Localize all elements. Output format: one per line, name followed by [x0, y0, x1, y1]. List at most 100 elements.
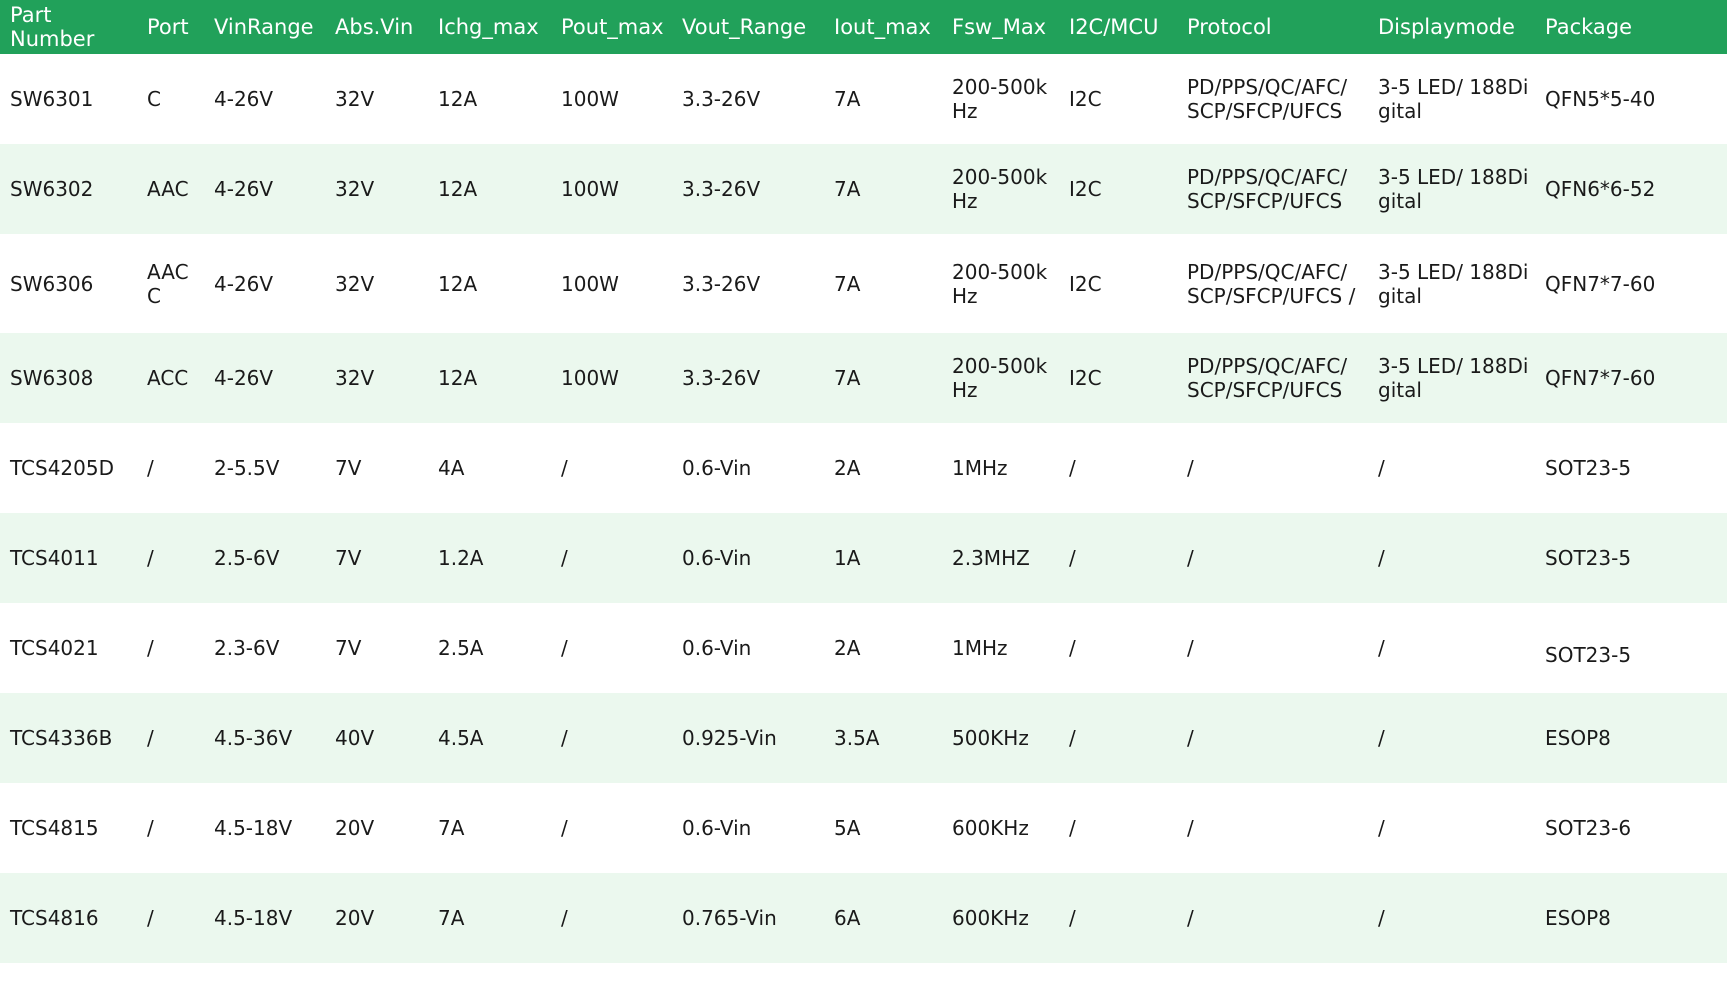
table-cell: 5A	[834, 816, 861, 840]
table-cell: 3-5 LED/ 188Digital	[1378, 259, 1529, 308]
table-cell: /	[561, 816, 568, 840]
table-cell: /	[561, 906, 568, 930]
table-row: TCS4021 / 2.3-6V 7V 2.5A / 0.6-Vin 2A 1MHz / / / SOT…	[0, 603, 1727, 693]
table-cell: 0.6-Vin	[682, 456, 752, 480]
table-cell: 7V	[335, 636, 362, 660]
table-cell: 12A	[438, 87, 478, 111]
table-cell: /	[1378, 906, 1385, 930]
table-cell: SW6301	[10, 87, 94, 111]
table-row: TCS4336B / 4.5-36V 40V 4.5A / 0.925-Vin 3.5A 500…	[0, 693, 1727, 783]
table-row: SW6308 ACC 4-26V 32V 12A 100W 3.3-26V 7A 200-500…	[0, 333, 1727, 423]
column-header: Part Number	[0, 0, 137, 54]
table-cell: QFN7*7-60	[1545, 271, 1656, 296]
table-cell: /	[1069, 906, 1076, 930]
table-cell: 200-500kHz	[952, 165, 1048, 213]
table-cell: /	[1069, 726, 1076, 750]
column-header: Vout_Range	[672, 0, 824, 54]
table-cell: 6A	[834, 906, 861, 930]
table-cell: /	[1187, 456, 1194, 480]
table-cell: 12A	[438, 271, 478, 296]
column-header: Pout_max	[551, 0, 672, 54]
table-cell: /	[147, 906, 154, 930]
spec-table: Part Number Port VinRange Abs.Vin Ichg_max Po…	[0, 0, 1727, 963]
column-header: Abs.Vin	[325, 0, 428, 54]
table-header: Part Number Port VinRange Abs.Vin Ichg_max Po…	[0, 0, 1727, 54]
table-cell: SW6308	[10, 366, 94, 390]
table-cell: 2.5-6V	[214, 546, 280, 570]
table-body: SW6301 C 4-26V 32V 12A 100W 3.3-26V 7A 200-500kH…	[0, 54, 1727, 963]
column-header: Protocol	[1177, 0, 1368, 54]
table-cell: 100W	[561, 177, 619, 201]
table-cell: 200-500kHz	[952, 75, 1048, 123]
table-cell: 20V	[335, 906, 375, 930]
table-cell: TCS4816	[10, 906, 99, 930]
column-header: Port	[137, 0, 204, 54]
table-cell: 3.3-26V	[682, 87, 761, 111]
table-row: TCS4011 / 2.5-6V 7V 1.2A / 0.6-Vin 1A 2.3MHZ / / / S…	[0, 513, 1727, 603]
table-row: TCS4205D / 2-5.5V 7V 4A / 0.6-Vin 2A 1MHz / / / SOT2…	[0, 423, 1727, 513]
column-header: VinRange	[204, 0, 325, 54]
table-cell: 1A	[834, 546, 861, 570]
column-header: Iout_max	[824, 0, 942, 54]
table-cell: 4-26V	[214, 177, 274, 201]
table-cell: I2C	[1069, 87, 1102, 111]
table-cell: /	[561, 636, 568, 660]
table-cell: /	[147, 636, 154, 660]
table-cell: 2A	[834, 456, 861, 480]
table-cell: QFN6*6-52	[1545, 177, 1656, 201]
table-cell: /	[1378, 546, 1385, 570]
table-cell: AAC	[147, 177, 189, 201]
table-row: SW6302 AAC 4-26V 32V 12A 100W 3.3-26V 7A 200-500…	[0, 144, 1727, 234]
table-cell: 3.3-26V	[682, 271, 761, 296]
table-cell: 32V	[335, 271, 375, 296]
table-cell: 4.5-36V	[214, 726, 293, 750]
table-cell: 2-5.5V	[214, 456, 280, 480]
table-cell: SW6302	[10, 177, 94, 201]
table-cell: 1MHz	[952, 636, 1008, 660]
table-cell: ESOP8	[1545, 906, 1611, 930]
table-cell: 3.3-26V	[682, 177, 761, 201]
table-cell: I2C	[1069, 366, 1102, 390]
table-cell: 4A	[438, 456, 465, 480]
table-cell: /	[561, 456, 568, 480]
table-cell: SW6306	[10, 271, 94, 296]
table-cell: /	[1069, 816, 1076, 840]
table-cell: 600KHz	[952, 816, 1029, 840]
table-cell: 200-500kHz	[952, 259, 1048, 308]
table-cell: 0.6-Vin	[682, 636, 752, 660]
header-row: Part Number Port VinRange Abs.Vin Ichg_max Po…	[0, 0, 1727, 54]
table-cell: 32V	[335, 177, 375, 201]
table-cell: 3-5 LED/ 188Digital	[1378, 354, 1529, 402]
table-cell: I2C	[1069, 271, 1102, 296]
table-cell: 12A	[438, 177, 478, 201]
table-cell: 1MHz	[952, 456, 1008, 480]
table-cell: /	[1378, 636, 1385, 660]
table-cell: 4.5A	[438, 726, 484, 750]
table-cell: 0.6-Vin	[682, 816, 752, 840]
column-header: Fsw_Max	[942, 0, 1059, 54]
table-cell: 3.3-26V	[682, 366, 761, 390]
table-cell: 32V	[335, 366, 375, 390]
table-cell: /	[1378, 816, 1385, 840]
table-cell: 7A	[834, 177, 861, 201]
table-cell: 0.765-Vin	[682, 906, 777, 930]
table-cell: 0.925-Vin	[682, 726, 777, 750]
column-header: I2C/MCU	[1059, 0, 1177, 54]
table-cell: TCS4205D	[10, 456, 115, 480]
table-cell: /	[1187, 816, 1194, 840]
table-cell: /	[147, 546, 154, 570]
table-cell: 32V	[335, 87, 375, 111]
table-cell: TCS4336B	[10, 726, 113, 750]
table-row: SW6306 AAC C 4-26V 32V 12A 100W 3.3-26V 7A 200-5…	[0, 234, 1727, 333]
table-cell: /	[1069, 546, 1076, 570]
table-cell: 3-5 LED/ 188Digital	[1378, 165, 1529, 213]
table-cell: /	[1069, 636, 1076, 660]
table-cell: /	[147, 456, 154, 480]
table-cell: 40V	[335, 726, 375, 750]
table-cell: 100W	[561, 87, 619, 111]
table-cell: 2.3-6V	[214, 636, 280, 660]
table-cell: 2.3MHZ	[952, 546, 1030, 570]
table-cell: /	[1187, 546, 1194, 570]
table-cell: /	[561, 726, 568, 750]
table-cell: 4.5-18V	[214, 816, 293, 840]
